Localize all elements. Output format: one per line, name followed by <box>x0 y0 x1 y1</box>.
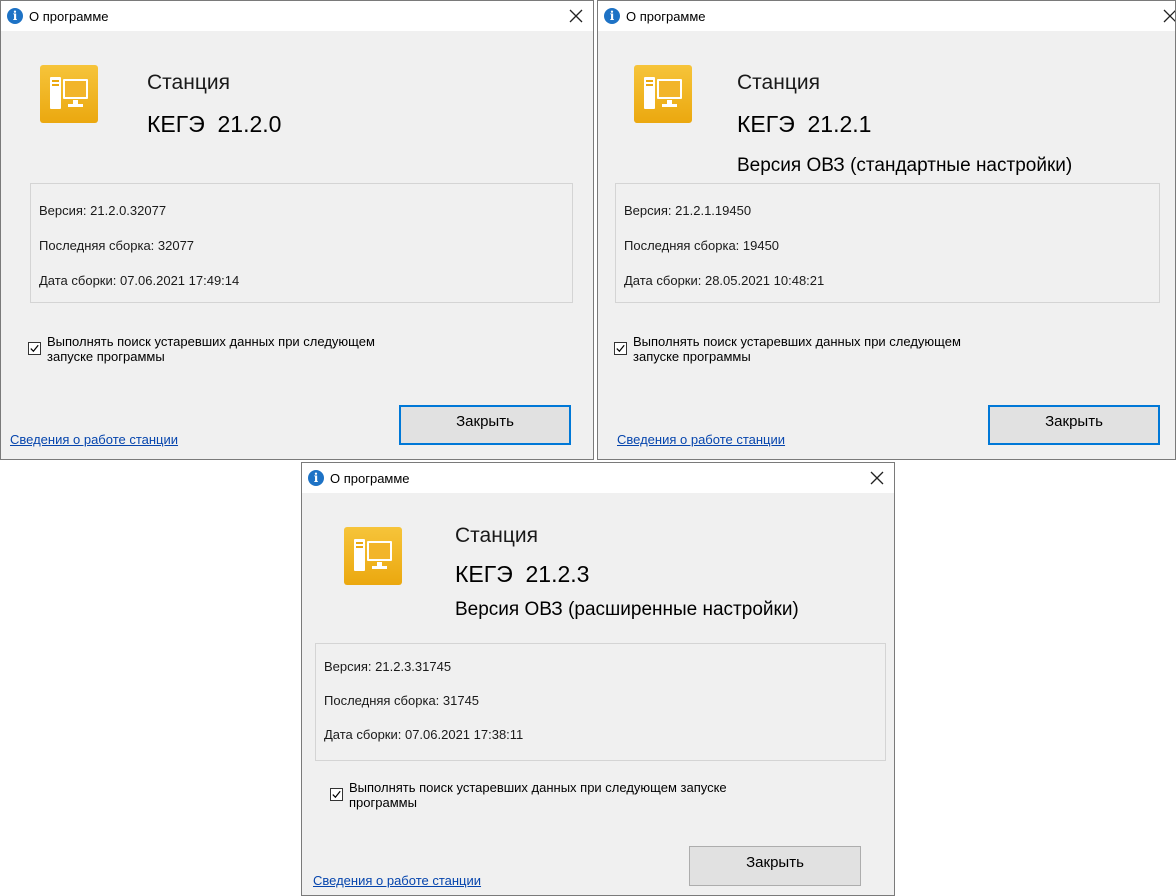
checkbox-label-line-1: Выполнять поиск устаревших данных при сл… <box>47 334 375 349</box>
product-name: Станция <box>455 524 538 547</box>
station-info-link[interactable]: Сведения о работе станции <box>617 432 785 447</box>
edition-label: Версия ОВЗ (расширенные настройки) <box>455 599 799 620</box>
close-icon <box>870 471 884 485</box>
checkbox-label-line-2: запуске программы <box>633 349 751 364</box>
close-icon <box>1163 9 1175 23</box>
checkbox-label-line-1: Выполнять поиск устаревших данных при сл… <box>349 780 727 795</box>
title-bar[interactable]: i О программе <box>1 1 593 31</box>
build-date-text: Дата сборки: 07.06.2021 17:49:14 <box>39 273 240 288</box>
about-dialog-2: i О программе Станция КЕГЭ 21.2.1 Версия… <box>597 0 1176 460</box>
checkbox-label-line-2: программы <box>349 795 417 810</box>
title-bar[interactable]: i О программе <box>302 463 894 493</box>
checkbox-label-line-2: запуске программы <box>47 349 165 364</box>
info-icon: i <box>308 470 324 486</box>
search-outdated-checkbox-row[interactable]: Выполнять поиск устаревших данных при сл… <box>28 334 498 366</box>
station-info-link[interactable]: Сведения о работе станции <box>313 873 481 888</box>
close-button[interactable]: Закрыть <box>399 405 571 445</box>
close-window-button[interactable] <box>559 1 593 31</box>
dialog-title: О программе <box>330 471 410 486</box>
info-icon: i <box>7 8 23 24</box>
about-dialog-3: i О программе Станция КЕГЭ 21.2.3 Версия… <box>301 462 895 896</box>
version-title: КЕГЭ 21.2.1 <box>737 111 872 137</box>
search-outdated-label: Выполнять поиск устаревших данных при сл… <box>349 780 727 810</box>
close-window-button[interactable] <box>1153 1 1175 31</box>
checkmark-icon <box>30 344 39 353</box>
version-text: Версия: 21.2.1.19450 <box>624 203 752 218</box>
version-info-panel: Версия: 21.2.0.32077 Последняя сборка: 3… <box>30 183 573 303</box>
search-outdated-label: Выполнять поиск устаревших данных при сл… <box>47 334 375 364</box>
search-outdated-checkbox[interactable] <box>330 788 343 801</box>
title-bar[interactable]: i О программе <box>598 1 1175 31</box>
search-outdated-checkbox-row[interactable]: Выполнять поиск устаревших данных при сл… <box>330 780 860 812</box>
close-icon <box>569 9 583 23</box>
checkmark-icon <box>332 790 341 799</box>
last-build-text: Последняя сборка: 19450 <box>624 238 780 253</box>
search-outdated-label: Выполнять поиск устаревших данных при сл… <box>633 334 961 364</box>
computer-station-icon <box>344 527 402 585</box>
station-info-link[interactable]: Сведения о работе станции <box>10 432 178 447</box>
version-text: Версия: 21.2.3.31745 <box>324 659 452 674</box>
product-name: Станция <box>147 71 230 94</box>
search-outdated-checkbox[interactable] <box>614 342 627 355</box>
version-title: КЕГЭ 21.2.3 <box>455 561 590 587</box>
computer-station-icon <box>634 65 692 123</box>
last-build-text: Последняя сборка: 31745 <box>324 693 480 708</box>
info-icon: i <box>604 8 620 24</box>
search-outdated-checkbox-row[interactable]: Выполнять поиск устаревших данных при сл… <box>614 334 1084 366</box>
version-info-panel: Версия: 21.2.3.31745 Последняя сборка: 3… <box>315 643 886 761</box>
about-dialog-1: i О программе Станция КЕГЭ 21.2.0 Версия… <box>0 0 594 460</box>
close-button[interactable]: Закрыть <box>988 405 1160 445</box>
last-build-text: Последняя сборка: 32077 <box>39 238 195 253</box>
checkmark-icon <box>616 344 625 353</box>
search-outdated-checkbox[interactable] <box>28 342 41 355</box>
edition-label: Версия ОВЗ (стандартные настройки) <box>737 155 1073 176</box>
build-date-text: Дата сборки: 07.06.2021 17:38:11 <box>324 727 524 742</box>
version-info-panel: Версия: 21.2.1.19450 Последняя сборка: 1… <box>615 183 1160 303</box>
checkbox-label-line-1: Выполнять поиск устаревших данных при сл… <box>633 334 961 349</box>
version-title: КЕГЭ 21.2.0 <box>147 111 282 137</box>
close-button[interactable]: Закрыть <box>689 846 861 886</box>
version-text: Версия: 21.2.0.32077 <box>39 203 167 218</box>
product-name: Станция <box>737 71 820 94</box>
close-window-button[interactable] <box>860 463 894 493</box>
dialog-title: О программе <box>29 9 109 24</box>
dialog-title: О программе <box>626 9 706 24</box>
computer-station-icon <box>40 65 98 123</box>
build-date-text: Дата сборки: 28.05.2021 10:48:21 <box>624 273 825 288</box>
